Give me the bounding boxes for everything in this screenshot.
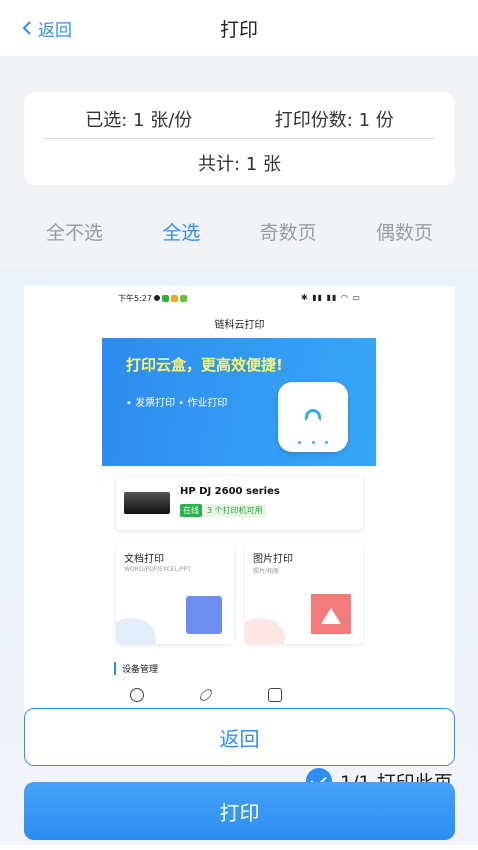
folder-icon bbox=[186, 596, 222, 634]
add-icon bbox=[130, 688, 144, 702]
printer-available-badge: 3 个打印机可用 bbox=[204, 504, 266, 517]
print-button[interactable]: 打印 bbox=[24, 782, 455, 840]
image-icon bbox=[311, 594, 351, 634]
tab-select-none[interactable]: 全不选 bbox=[46, 218, 103, 250]
page-preview-image[interactable]: 下午5:27 ✱ ▮▮ ▮▮ ◠ ▭ 链科云打印 打印云盒，更高效便捷! • 发… bbox=[24, 286, 455, 766]
preview-status-time: 下午5:27 bbox=[118, 294, 152, 303]
summary-divider bbox=[44, 138, 435, 139]
doc-print-subtitle: WORD/PDF/EXCEL/PPT bbox=[124, 566, 191, 573]
preview-status-bar: 下午5:27 ✱ ▮▮ ▮▮ ◠ ▭ bbox=[24, 293, 455, 305]
banner-headline: 打印云盒，更高效便捷! bbox=[126, 356, 283, 374]
preview-image-print-card: 图片打印 照片/相册 bbox=[245, 542, 363, 644]
link-icon bbox=[198, 687, 214, 703]
preview-banner: 打印云盒，更高效便捷! • 发票打印 • 作业打印 bbox=[102, 338, 376, 466]
printer-icon bbox=[124, 492, 170, 514]
moon-icon bbox=[154, 295, 160, 301]
tab-even-pages[interactable]: 偶数页 bbox=[376, 218, 433, 250]
app-icon bbox=[180, 295, 187, 302]
app-icon bbox=[171, 295, 178, 302]
top-bar: 返回 打印 bbox=[0, 0, 478, 56]
tab-select-all[interactable]: 全选 bbox=[162, 218, 200, 250]
image-print-title: 图片打印 bbox=[253, 554, 293, 565]
return-button[interactable]: 返回 bbox=[24, 708, 455, 766]
preview-doc-print-card: 文档打印 WORD/PDF/EXCEL/PPT bbox=[116, 542, 234, 644]
selected-count: 已选: 1 张/份 bbox=[85, 110, 193, 131]
printer-online-badge: 在线 bbox=[180, 504, 202, 517]
page-selection-tabs: 全不选 全选 奇数页 偶数页 bbox=[24, 218, 455, 250]
tab-odd-pages[interactable]: 奇数页 bbox=[260, 218, 317, 250]
total-count: 共计: 1 张 bbox=[198, 154, 281, 175]
print-summary-card: 已选: 1 张/份 打印份数: 1 份 共计: 1 张 bbox=[24, 92, 455, 185]
preview-printer-card: HP DJ 2600 series 在线 3 个打印机可用 bbox=[116, 476, 363, 530]
page-title: 打印 bbox=[219, 19, 258, 41]
printer-name: HP DJ 2600 series bbox=[180, 486, 280, 497]
preview-app-title: 链科云打印 bbox=[214, 320, 265, 331]
copies-count[interactable]: 打印份数: 1 份 bbox=[275, 106, 394, 132]
banner-subtitle: • 发票打印 • 作业打印 bbox=[126, 398, 228, 409]
image-print-subtitle: 照片/相册 bbox=[253, 568, 280, 575]
preview-device-icons bbox=[124, 687, 284, 703]
preview-notification-icons bbox=[154, 295, 187, 302]
summary-top-row: 已选: 1 张/份 打印份数: 1 份 bbox=[44, 104, 435, 134]
bottom-strip bbox=[0, 845, 478, 850]
preview-section-title: 设备管理 bbox=[114, 662, 158, 675]
scan-icon bbox=[268, 688, 282, 702]
doc-print-title: 文档打印 bbox=[124, 554, 164, 565]
cloud-box-device-icon bbox=[278, 382, 348, 452]
preview-status-right: ✱ ▮▮ ▮▮ ◠ ▭ bbox=[300, 293, 361, 302]
wechat-icon bbox=[162, 295, 169, 302]
